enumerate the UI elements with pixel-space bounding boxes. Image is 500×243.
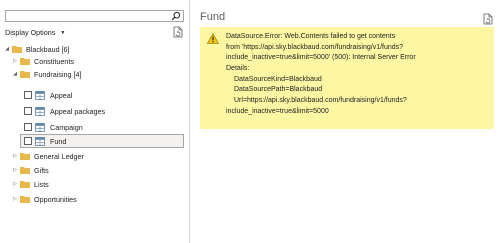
chevron-right-icon[interactable]: ▷ — [11, 181, 19, 187]
tree-item-constituents[interactable]: ▷ Constituents — [11, 55, 74, 67]
error-detail: DataSourceKind=Blackbaud — [234, 75, 322, 83]
chevron-right-icon[interactable]: ▷ — [11, 167, 19, 173]
folder-icon — [20, 71, 30, 78]
tree-item-fundraising[interactable]: ◢ Fundraising [4] — [11, 68, 82, 80]
tree-item-appeal-packages[interactable]: Appeal packages — [24, 105, 105, 117]
appeal-packages-checkbox[interactable] — [24, 107, 32, 115]
search-icon[interactable] — [171, 11, 181, 21]
tree-item-general-ledger[interactable]: ▷ General Ledger — [11, 150, 84, 162]
search-input[interactable] — [6, 11, 166, 22]
error-line: include_inactive=true&limit=5000' (500):… — [226, 54, 416, 62]
tree-item-appeal[interactable]: Appeal — [24, 89, 72, 101]
tree-item-gifts[interactable]: ▷ Gifts — [11, 164, 49, 176]
table-icon — [35, 122, 45, 132]
tree-item-label: Appeal packages — [50, 106, 106, 116]
chevron-right-icon[interactable]: ▷ — [11, 58, 19, 64]
chevron-down-icon[interactable]: ◢ — [11, 71, 19, 77]
warning-icon — [207, 33, 219, 44]
search-box[interactable] — [5, 10, 184, 22]
tree-item-lists[interactable]: ▷ Lists — [11, 178, 49, 190]
tree-item-label: Appeal — [50, 90, 73, 100]
refresh-icon[interactable] — [173, 26, 183, 38]
campaign-checkbox[interactable] — [24, 123, 32, 131]
tree-item-label: General Ledger — [34, 151, 84, 161]
table-icon — [35, 90, 45, 100]
tree-item-label: Blackbaud [6] — [26, 44, 70, 54]
fund-checkbox[interactable] — [24, 137, 32, 145]
tree-item-label: Fundraising [4] — [34, 69, 82, 79]
tree-item-label: Lists — [34, 179, 49, 189]
navigator-pane: Display Options ▼ ◢ Blackbaud [6] ▷ Cons… — [0, 0, 189, 243]
preview-pane: Fund DataSource.Error: Web.Contents fail… — [190, 0, 500, 243]
folder-icon — [20, 167, 30, 174]
tree-item-campaign[interactable]: Campaign — [24, 121, 83, 133]
tree-item-fund[interactable]: Fund — [20, 134, 184, 148]
tree-item-opportunities[interactable]: ▷ Opportunities — [11, 193, 77, 205]
tree-item-label: Opportunities — [34, 194, 77, 204]
error-message-box: DataSource.Error: Web.Contents failed to… — [200, 27, 494, 129]
preview-title: Fund — [200, 11, 226, 23]
error-detail: Url=https://api.sky.blackbaud.com/fundra… — [234, 97, 407, 105]
display-options-label: Display Options — [5, 28, 56, 37]
tree-item-blackbaud[interactable]: ◢ Blackbaud [6] — [3, 43, 70, 55]
table-icon — [35, 136, 45, 146]
chevron-down-icon: ▼ — [60, 29, 66, 36]
error-details-label: Details: — [226, 65, 250, 73]
folder-icon — [20, 181, 30, 188]
document-icon[interactable] — [483, 13, 493, 25]
folder-icon — [20, 196, 30, 203]
display-options-button[interactable]: Display Options ▼ — [5, 28, 65, 37]
tree-item-label: Gifts — [34, 165, 49, 175]
appeal-checkbox[interactable] — [24, 91, 32, 99]
error-text: DataSource.Error: Web.Contents failed to… — [226, 32, 416, 118]
table-icon — [35, 106, 45, 116]
chevron-right-icon[interactable]: ▷ — [11, 196, 19, 202]
error-line: DataSource.Error: Web.Contents failed to… — [226, 33, 396, 40]
tree-item-label: Fund — [50, 136, 67, 146]
chevron-down-icon[interactable]: ◢ — [3, 46, 11, 52]
folder-icon — [20, 153, 30, 160]
error-line: include_inactive=true&limit=5000 — [226, 107, 329, 115]
error-line: from 'https://api.sky.blackbaud.com/fund… — [226, 43, 404, 51]
chevron-right-icon[interactable]: ▷ — [11, 153, 19, 159]
folder-icon — [20, 58, 30, 65]
folder-icon — [12, 46, 22, 53]
error-detail: DataSourcePath=Blackbaud — [234, 86, 323, 94]
tree-item-label: Campaign — [50, 122, 83, 132]
tree-item-label: Constituents — [34, 56, 74, 66]
